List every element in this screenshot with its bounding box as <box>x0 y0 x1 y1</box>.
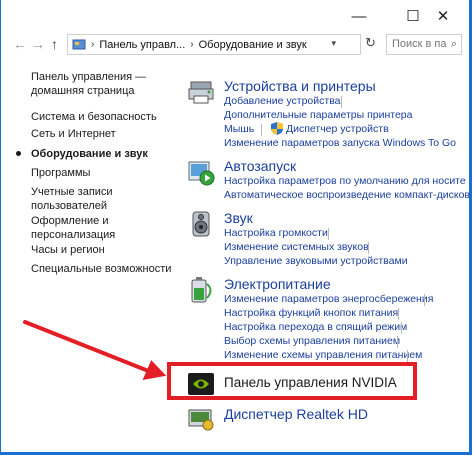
breadcrumb-item[interactable]: Панель управл... <box>99 39 185 51</box>
sidebar-item-label: Оформление и <box>31 215 109 227</box>
link-power-plan-edit[interactable]: Изменение схемы управления питанием <box>224 349 422 361</box>
up-icon[interactable]: ↑ <box>51 36 58 52</box>
link-power-saving[interactable]: Изменение параметров энергосбережения <box>224 293 433 305</box>
minimize-button[interactable]: — <box>341 4 377 28</box>
category-title-realtek[interactable]: Диспетчер Realtek HD <box>224 406 368 422</box>
sidebar-item-home[interactable]: Панель управления — домашняя страница <box>31 70 146 98</box>
category-title-power[interactable]: Электропитание <box>224 276 331 292</box>
category-title-sound[interactable]: Звук <box>224 210 253 226</box>
link-printer-settings[interactable]: Дополнительные параметры принтера <box>224 109 412 121</box>
autoplay-icon <box>188 161 215 186</box>
link-separator <box>407 350 408 362</box>
active-bullet <box>16 151 21 156</box>
forward-icon[interactable]: → <box>31 36 45 52</box>
link-power-plan-select[interactable]: Выбор схемы управления питанием <box>224 335 400 347</box>
sidebar-item-accessibility[interactable]: Специальные возможности <box>31 262 171 276</box>
sidebar-item-accounts[interactable]: Учетные записи пользователей <box>31 185 113 213</box>
link-separator <box>328 228 329 240</box>
link-separator <box>261 124 262 136</box>
link-separator <box>397 336 398 348</box>
battery-icon <box>191 277 212 303</box>
link-separator <box>424 294 425 306</box>
close-button[interactable]: ✕ <box>425 4 461 28</box>
control-panel-icon <box>72 39 86 49</box>
realtek-icon <box>188 409 214 431</box>
sidebar-item-hardware[interactable]: Оборудование и звук <box>16 147 148 161</box>
sidebar-item-appearance[interactable]: Оформление и персонализация <box>31 214 115 242</box>
link-sleep[interactable]: Настройка перехода в спящий режим <box>224 321 407 333</box>
link-separator <box>341 96 342 108</box>
breadcrumb-item[interactable]: Оборудование и звук <box>199 39 307 51</box>
link-separator <box>401 322 402 334</box>
highlight-box <box>167 362 417 400</box>
shield-icon <box>271 122 283 135</box>
link-sound-devices[interactable]: Управление звуковыми устройствами <box>224 255 408 267</box>
window-frame: — ☐ ✕ ← → ↑ › Панель управл... › Оборудо… <box>0 0 472 455</box>
sidebar-item-label: Оборудование и звук <box>31 148 148 160</box>
back-icon[interactable]: ← <box>13 36 27 52</box>
title-bar: — ☐ ✕ <box>1 0 469 32</box>
sidebar-item-label: Учетные записи <box>31 186 113 198</box>
printer-icon <box>188 81 214 104</box>
link-autoplay-defaults[interactable]: Настройка параметров по умолчанию для но… <box>224 175 466 187</box>
link-mouse[interactable]: Мышь <box>224 123 254 135</box>
sidebar-item-label: Панель управления — <box>31 71 147 83</box>
link-device-manager[interactable]: Диспетчер устройств <box>286 123 389 135</box>
speaker-icon <box>192 211 210 237</box>
category-title-autoplay[interactable]: Автозапуск <box>224 158 296 174</box>
link-add-device[interactable]: Добавление устройства <box>224 95 341 107</box>
red-arrow-icon <box>23 320 167 380</box>
chevron-right-icon: › <box>91 39 95 50</box>
link-volume[interactable]: Настройка громкости <box>224 227 328 239</box>
chevron-down-icon[interactable]: ▾ <box>331 38 336 49</box>
breadcrumb[interactable]: › Панель управл... › Оборудование и звук… <box>67 34 361 55</box>
link-power-buttons[interactable]: Настройка функций кнопок питания <box>224 307 398 319</box>
link-separator <box>368 242 369 254</box>
refresh-icon[interactable]: ↻ <box>365 35 383 55</box>
search-input[interactable]: Поиск в па ⌕ <box>386 34 462 55</box>
link-separator <box>398 308 399 320</box>
sidebar-item-clock[interactable]: Часы и регион <box>31 243 105 257</box>
chevron-right-icon: › <box>190 39 194 50</box>
sidebar-item-label: персонализация <box>31 229 116 241</box>
search-icon: ⌕ <box>450 38 457 50</box>
sidebar-item-label: домашняя страница <box>31 85 135 97</box>
sidebar-item-network[interactable]: Сеть и Интернет <box>31 127 116 141</box>
search-placeholder: Поиск в па <box>392 38 447 50</box>
sidebar-item-system[interactable]: Система и безопасность <box>31 110 157 124</box>
category-title-devices[interactable]: Устройства и принтеры <box>224 78 376 94</box>
sidebar-item-programs[interactable]: Программы <box>31 166 90 180</box>
link-system-sounds[interactable]: Изменение системных звуков <box>224 241 369 253</box>
sidebar-item-label: пользователей <box>31 200 107 212</box>
link-autoplay-cd[interactable]: Автоматическое воспроизведение компакт-д… <box>224 189 470 201</box>
link-windows-to-go[interactable]: Изменение параметров запуска Windows To … <box>224 137 456 149</box>
